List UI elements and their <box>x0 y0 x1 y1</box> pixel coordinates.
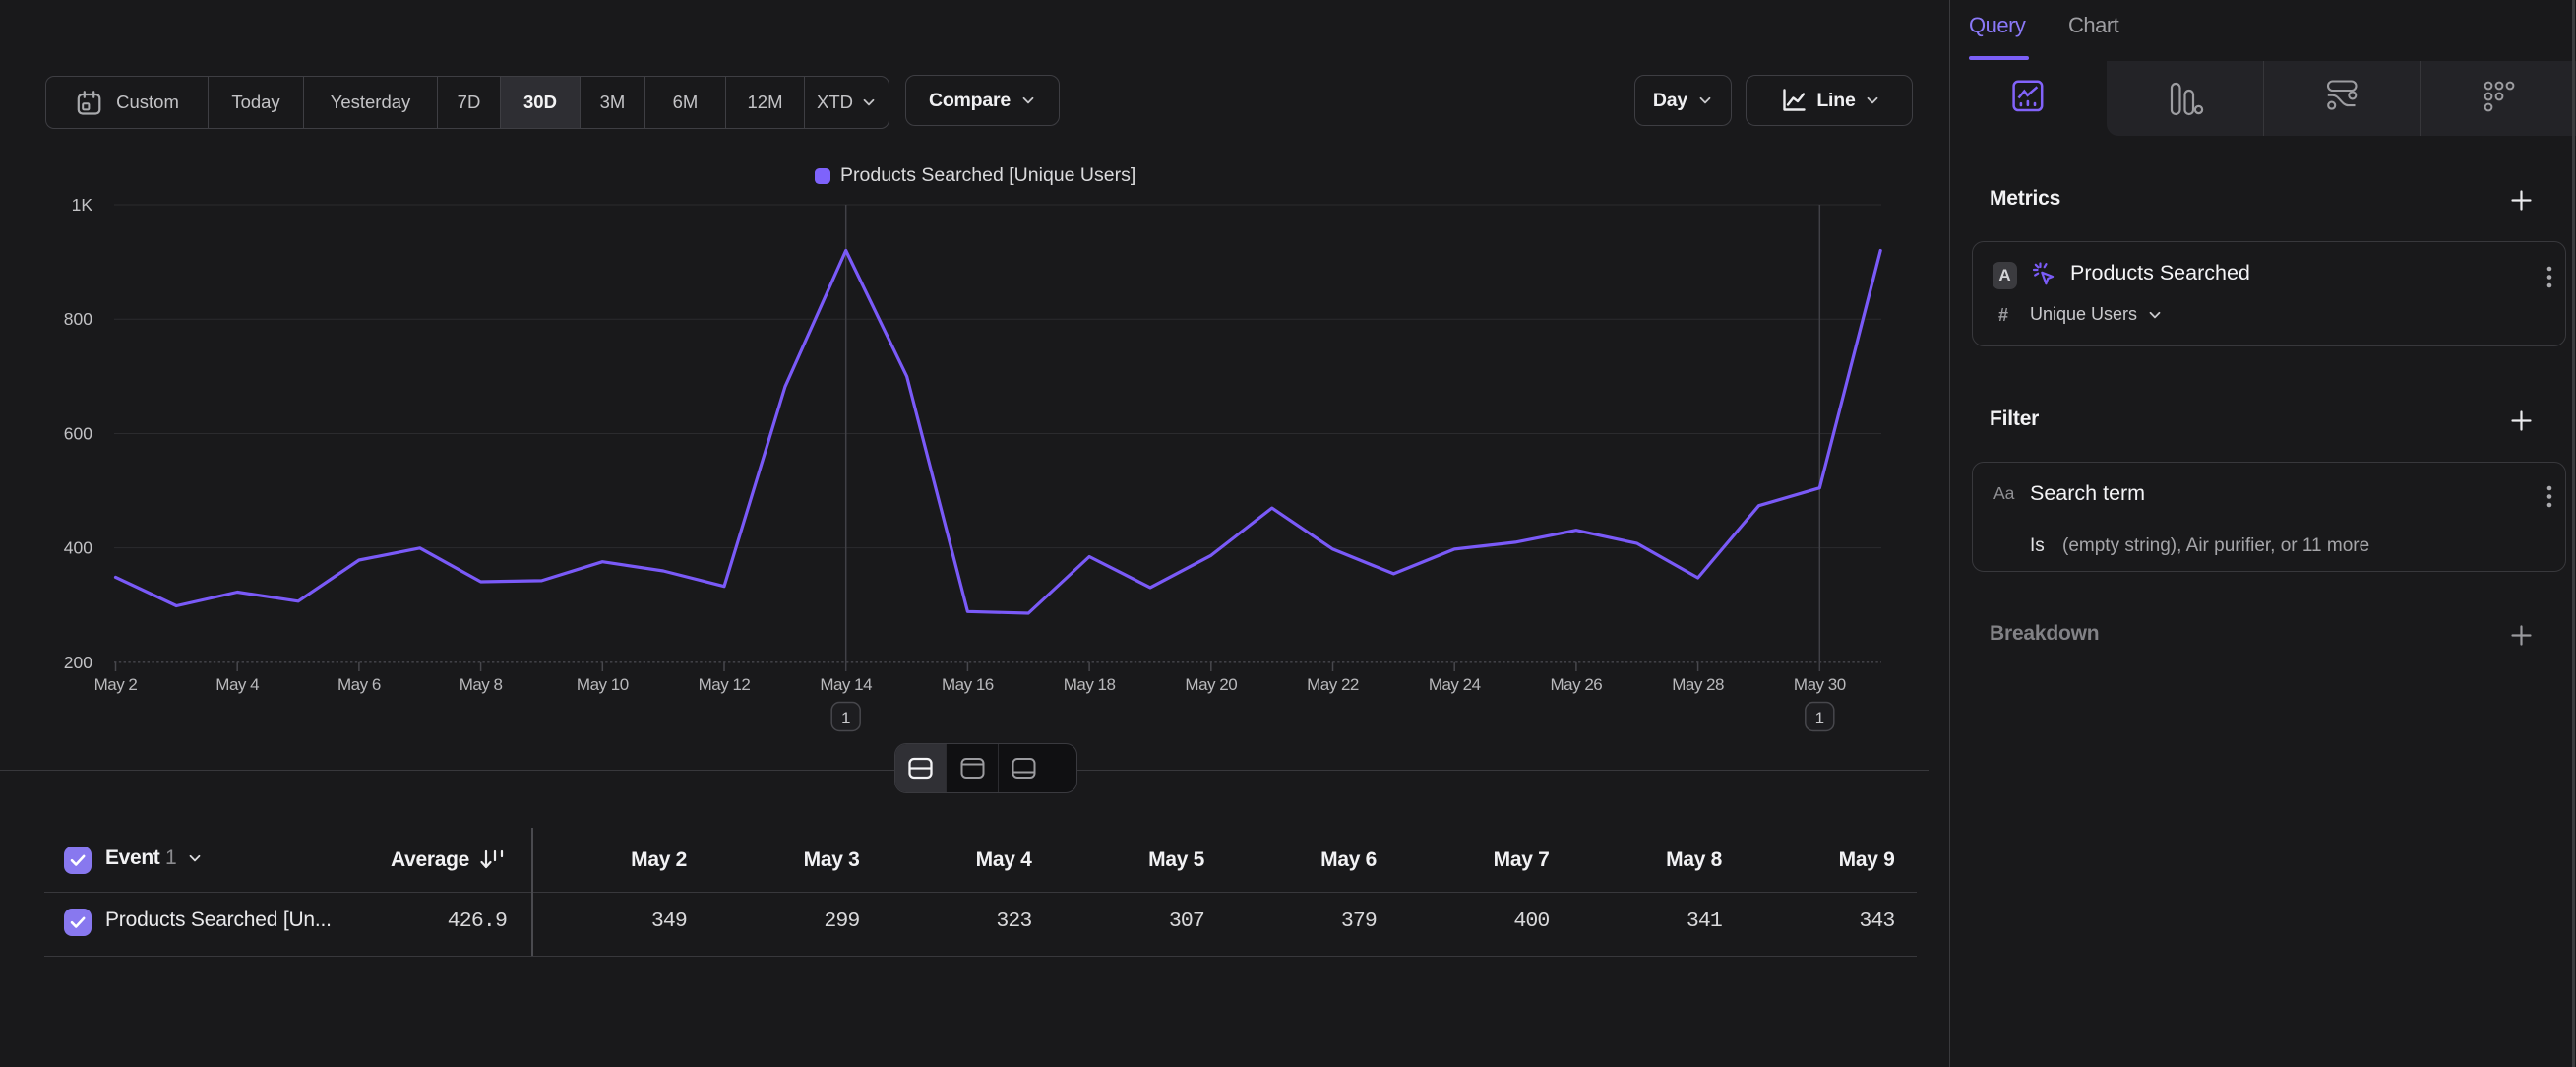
svg-text:May 10: May 10 <box>577 675 629 694</box>
svg-text:600: 600 <box>64 424 92 444</box>
svg-text:May 30: May 30 <box>1794 675 1846 694</box>
svg-text:May 24: May 24 <box>1429 675 1481 694</box>
svg-text:May 4: May 4 <box>215 675 259 694</box>
svg-text:May 8: May 8 <box>460 675 503 694</box>
svg-text:May 20: May 20 <box>1185 675 1237 694</box>
svg-text:May 18: May 18 <box>1064 675 1116 694</box>
svg-text:May 6: May 6 <box>337 675 381 694</box>
svg-text:800: 800 <box>64 309 92 329</box>
svg-text:May 16: May 16 <box>942 675 994 694</box>
svg-text:400: 400 <box>64 538 92 558</box>
svg-text:1K: 1K <box>72 195 93 215</box>
svg-text:May 26: May 26 <box>1551 675 1603 694</box>
svg-text:May 12: May 12 <box>699 675 751 694</box>
svg-text:May 2: May 2 <box>94 675 138 694</box>
svg-text:1: 1 <box>1815 709 1824 727</box>
svg-text:1: 1 <box>841 709 850 727</box>
svg-text:May 22: May 22 <box>1307 675 1359 694</box>
svg-text:May 28: May 28 <box>1672 675 1724 694</box>
svg-text:May 14: May 14 <box>820 675 872 694</box>
svg-text:200: 200 <box>64 653 92 672</box>
